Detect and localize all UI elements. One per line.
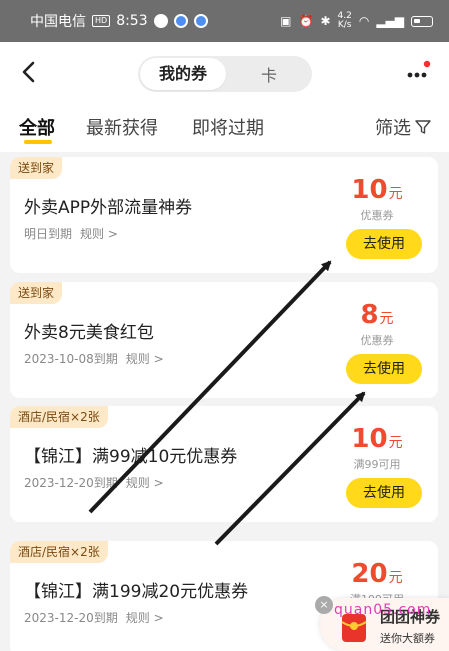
coupon-rule-link[interactable]: 规则 > [126,609,164,626]
network-speed-unit: K/s [337,20,352,30]
use-coupon-button[interactable]: 去使用 [346,478,422,508]
network-speed: 4.2 K/s [338,12,352,30]
hd-badge: HD [92,15,111,27]
filter-tabs: 全部 最新获得 即将过期 筛选 [0,104,449,152]
coupon-meta: 2023-10-08到期 规则 > [24,350,164,367]
coupon-amount-value: 10 [351,175,388,205]
coupon-card[interactable]: 送到家 外卖APP外部流量神券 明日到期 规则 > 10 元 优惠券 去使用 [10,157,438,273]
coupon-category-tag: 送到家 [10,157,63,179]
nfc-icon: ▣ [280,14,292,28]
coupon-meta: 2023-12-20到期 规则 > [24,609,164,626]
header: 我的券 卡 [0,42,449,104]
more-options-icon[interactable] [405,60,431,86]
coupon-expiry: 2023-10-08到期 [24,352,118,366]
coupon-amount-unit: 元 [379,311,394,327]
status-bar: 中国电信 HD 8:53 ▣ ⏰ ✱ 4.2 K/s ◠ ▂▄▆ [0,0,449,42]
coupon-meta: 2023-12-20到期 规则 > [24,474,164,491]
notification-icon [153,14,168,28]
back-arrow-icon[interactable] [18,60,42,84]
use-coupon-button[interactable]: 去使用 [346,354,422,384]
coupon-category-tag: 酒店/民宿×2张 [10,541,108,563]
coupon-category-tag: 酒店/民宿×2张 [10,406,108,428]
tab-newest[interactable]: 最新获得 [86,114,158,140]
coupon-card[interactable]: 酒店/民宿×2张 【锦江】满99减10元优惠券 2023-12-20到期 规则 … [10,406,438,522]
carrier-name: 中国电信 [30,14,86,30]
coupon-amount-value: 10 [351,424,388,454]
coupon-expiry: 明日到期 [24,227,73,241]
coupon-title: 【锦江】满99减10元优惠券 [24,447,238,467]
tab-expiring-soon[interactable]: 即将过期 [192,114,264,140]
signal-icon: ▂▄▆ [376,14,404,28]
coupon-amount: 10 元 满99可用 [342,424,412,472]
tab-all[interactable]: 全部 [19,114,55,140]
filter-funnel-icon [415,120,431,134]
use-coupon-button[interactable]: 去使用 [346,229,422,259]
coupon-amount-unit: 元 [388,186,403,202]
coupon-amount-condition: 优惠券 [360,209,394,222]
segment-my-coupons[interactable]: 我的券 [140,58,226,90]
coupon-rule-link[interactable]: 规则 > [126,350,164,367]
coupon-meta: 明日到期 规则 > [24,225,118,242]
battery-icon [411,15,433,27]
coupon-category-tag: 送到家 [10,282,63,304]
coupon-amount-condition: 优惠券 [360,334,394,347]
coupon-amount: 10 元 优惠券 [342,175,412,223]
alarm-icon: ⏰ [298,14,314,28]
coupon-amount-unit: 元 [388,435,403,451]
coupon-card-switch: 我的券 卡 [138,56,312,92]
coupon-rule-link[interactable]: 规则 > [80,225,118,242]
coupon-amount-condition: 满99可用 [353,458,401,471]
coupon-rule-link[interactable]: 规则 > [126,474,164,491]
coupon-title: 外卖8元美食红包 [24,323,154,343]
wifi-icon: ◠ [358,14,370,28]
tab-active-indicator [24,140,52,144]
bluetooth-icon: ✱ [320,14,331,28]
float-widget-subtitle: 送你大额券 [380,632,435,645]
close-icon[interactable]: × [315,596,333,614]
coupon-amount: 8 元 优惠券 [342,300,412,348]
app-notification-icon [173,14,188,28]
watermark: quan05.com [334,602,432,618]
coupon-amount-unit: 元 [388,570,403,586]
coupon-expiry: 2023-12-20到期 [24,476,118,490]
clock: 8:53 [116,13,148,29]
filter-button[interactable]: 筛选 [375,114,431,140]
segment-cards[interactable]: 卡 [226,62,312,86]
coupon-title: 外卖APP外部流量神券 [24,198,193,218]
coupon-amount-value: 8 [360,300,379,330]
filter-label: 筛选 [375,118,411,139]
app-notification-icon-2 [193,14,208,28]
coupon-amount-value: 20 [351,559,388,589]
coupon-title: 【锦江】满199减20元优惠券 [24,582,249,602]
coupon-expiry: 2023-12-20到期 [24,611,118,625]
coupon-card[interactable]: 送到家 外卖8元美食红包 2023-10-08到期 规则 > 8 元 优惠券 去… [10,282,438,398]
